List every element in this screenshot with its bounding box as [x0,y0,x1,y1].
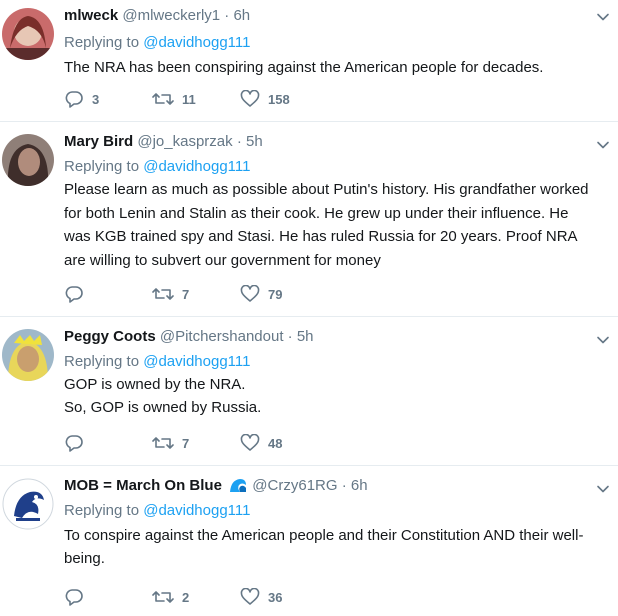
retweet-button[interactable]: 7 [152,286,240,302]
retweet-button[interactable]: 7 [152,435,240,451]
replying-prefix: Replying to [64,353,144,370]
avatar[interactable] [2,329,54,381]
replying-prefix: Replying to [64,158,144,175]
replying-to: Replying to @davidhogg111 [64,32,590,54]
retweet-count: 2 [182,589,190,605]
retweet-button[interactable]: 2 [152,589,240,605]
like-button[interactable]: 48 [240,434,328,452]
tweet-text: GOP is owned by the NRA. So, GOP is owne… [64,376,262,416]
reply-icon [65,435,83,452]
retweet-count: 7 [182,286,190,302]
mention-link[interactable]: @davidhogg111 [143,502,250,519]
user-handle[interactable]: @jo_kasprzak [137,133,232,150]
wave-icon [230,479,247,492]
retweet-count: 11 [182,91,196,107]
user-handle[interactable]: @mlweckerly1 [122,7,220,24]
tweet[interactable]: Peggy Coots @Pitchershandout · 5h Replyi… [0,317,618,466]
mention-link[interactable]: @davidhogg111 [143,34,250,51]
separator: · [287,328,293,345]
tweet-text: To conspire against the American people … [64,527,584,567]
user-handle[interactable]: @Pitchershandout [160,328,284,345]
reply-button[interactable] [64,588,152,606]
reply-count: 3 [92,91,100,107]
like-count: 158 [268,91,290,107]
heart-icon [240,90,260,107]
chevron-down-icon[interactable] [596,333,610,347]
avatar[interactable] [2,8,54,60]
retweet-icon [152,288,174,300]
replying-to: Replying to @davidhogg111 [64,351,590,373]
timestamp[interactable]: 5h [297,328,314,345]
chevron-down-icon[interactable] [596,10,610,24]
display-name[interactable]: Mary Bird [64,133,133,150]
mention-link[interactable]: @davidhogg111 [143,353,250,370]
reply-icon [65,91,83,108]
like-count: 79 [268,286,283,302]
tweet[interactable]: Mary Bird @jo_kasprzak · 5h Replying to … [0,122,618,317]
timestamp[interactable]: 5h [246,133,263,150]
display-name[interactable]: mlweck [64,7,118,24]
avatar[interactable] [2,478,54,530]
retweet-icon [152,591,174,603]
retweet-icon [152,437,174,449]
replying-prefix: Replying to [64,34,144,51]
replying-prefix: Replying to [64,502,144,519]
tweet-text: Please learn as much as possible about P… [64,181,589,269]
heart-icon [240,588,260,605]
separator: · [341,477,347,494]
like-button[interactable]: 79 [240,285,328,303]
display-name[interactable]: MOB = March On Blue [64,477,222,494]
separator: · [224,7,230,24]
chevron-down-icon[interactable] [596,482,610,496]
replying-to: Replying to @davidhogg111 [64,156,590,178]
like-count: 36 [268,589,283,605]
user-handle[interactable]: @Crzy61RG [252,477,337,494]
retweet-button[interactable]: 11 [152,91,240,107]
retweet-icon [152,93,174,105]
reply-icon [65,286,83,303]
replying-to: Replying to @davidhogg111 [64,500,590,522]
like-button[interactable]: 36 [240,588,328,606]
reply-button[interactable] [64,285,152,303]
tweet-text: The NRA has been conspiring against the … [64,59,544,76]
display-name[interactable]: Peggy Coots [64,328,156,345]
timestamp[interactable]: 6h [233,7,250,24]
like-count: 48 [268,435,283,451]
reply-button[interactable] [64,434,152,452]
chevron-down-icon[interactable] [596,138,610,152]
timestamp[interactable]: 6h [351,477,368,494]
avatar[interactable] [2,134,54,186]
tweet[interactable]: MOB = March On Blue @Crzy61RG · 6h Reply… [0,466,618,616]
separator: · [236,133,242,150]
like-button[interactable]: 158 [240,90,328,108]
heart-icon [240,285,260,302]
retweet-count: 7 [182,435,190,451]
heart-icon [240,434,260,451]
reply-button[interactable]: 3 [64,90,152,108]
tweet[interactable]: mlweck @mlweckerly1 · 6h Replying to @da… [0,0,618,122]
reply-icon [65,589,83,606]
mention-link[interactable]: @davidhogg111 [143,158,250,175]
